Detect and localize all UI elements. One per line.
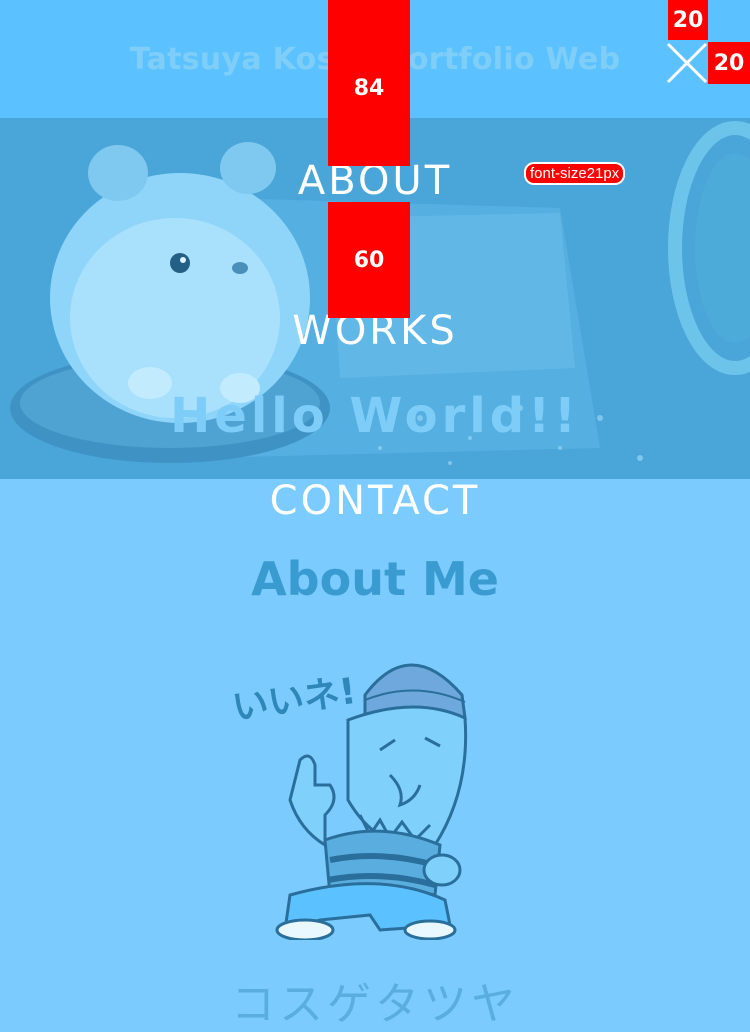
spacing-annotation-between-label: 60: [353, 248, 385, 273]
font-size-annotation: font-size21px: [526, 164, 624, 183]
spacing-annotation-top-label: 84: [353, 76, 385, 101]
icon-height-annotation: 20: [668, 0, 708, 40]
hero-heading: Hello World!!: [170, 388, 580, 444]
icon-width-annotation: 20: [708, 42, 750, 84]
spacing-annotation-top: 84: [328, 0, 410, 166]
character-illustration: いいネ!: [230, 663, 468, 940]
close-icon[interactable]: [666, 42, 708, 84]
illustration-caption: いいネ!: [230, 671, 359, 729]
spacing-annotation-between: 60: [328, 202, 410, 318]
about-section-title: About Me: [251, 552, 499, 606]
profile-name: コスゲタツヤ: [231, 979, 519, 1030]
nav-item-contact[interactable]: CONTACT: [0, 478, 750, 524]
